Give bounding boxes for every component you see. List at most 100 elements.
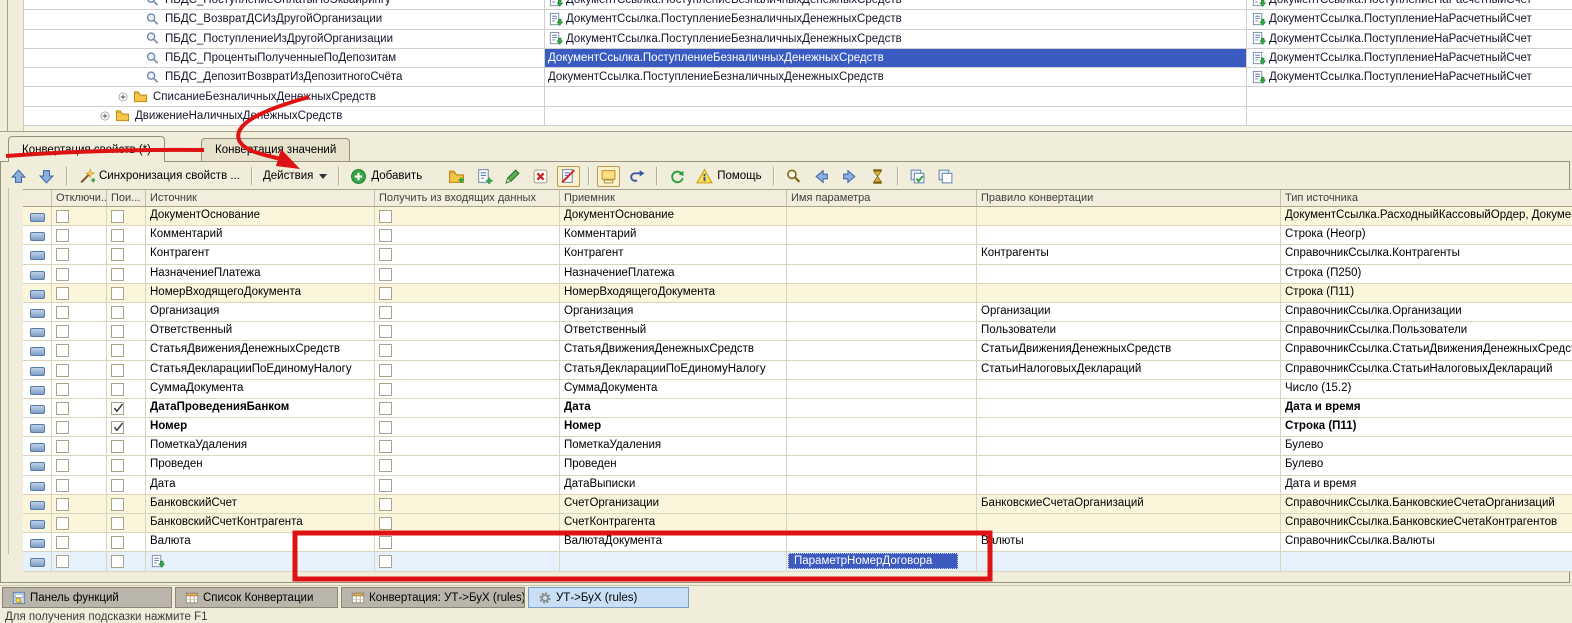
disable-checkbox[interactable] [56,268,69,281]
tree-name-cell[interactable]: ПБДС_ПоступлениеИзДругойОрганизации [23,30,545,48]
panel-settings-button[interactable] [597,166,620,187]
source-cell[interactable]: НазначениеПлатежа [146,265,375,283]
disable-cell[interactable] [52,495,107,513]
disable-cell[interactable] [52,456,107,474]
undo-button[interactable] [625,166,648,187]
get-from-input-cell[interactable] [375,245,560,263]
tree-target-doc-cell[interactable] [1247,107,1572,125]
target-cell[interactable]: Номер [560,418,787,436]
tree-row[interactable]: ПБДС_ПроцентыПолученныеПоДепозитамДокуме… [23,49,1572,68]
add-group-button[interactable] [445,166,468,187]
disable-checkbox[interactable] [56,248,69,261]
target-cell[interactable]: Организация [560,303,787,321]
param-name-cell[interactable] [787,341,977,359]
conversion-rule-cell[interactable] [977,380,1281,398]
conversion-rule-cell[interactable] [977,265,1281,283]
source-cell[interactable]: СтатьяДекларацииПоЕдиномуНалогу [146,361,375,379]
tree-name-cell[interactable]: ДвижениеНаличныхДенежныхСредств [23,107,545,125]
param-name-cell[interactable] [787,245,977,263]
wait-button[interactable] [866,166,889,187]
prev-button[interactable] [810,166,833,187]
search-checkbox[interactable] [111,248,124,261]
get-from-input-checkbox[interactable] [379,536,392,549]
target-cell[interactable]: НомерВходящегоДокумента [560,284,787,302]
get-from-input-checkbox[interactable] [379,498,392,511]
param-name-cell[interactable] [787,361,977,379]
row-grip[interactable] [23,207,52,225]
target-cell[interactable]: Комментарий [560,226,787,244]
row-grip[interactable] [23,418,52,436]
source-cell[interactable]: Валюта [146,533,375,551]
grid-row[interactable]: БанковскийСчетКонтрагентаСчетКонтрагента… [23,514,1572,533]
row-grip[interactable] [23,245,52,263]
target-cell[interactable]: НазначениеПлатежа [560,265,787,283]
target-cell[interactable]: СчетКонтрагента [560,514,787,532]
add-button[interactable]: Добавить [347,166,425,187]
grid-row[interactable]: КомментарийКомментарийСтрока (Неогр) [23,226,1572,245]
param-name-cell[interactable] [787,437,977,455]
search-checkbox[interactable] [111,325,124,338]
grid-row[interactable]: БанковскийСчетСчетОрганизацииБанковскиеС… [23,495,1572,514]
conversion-rule-cell[interactable] [977,476,1281,494]
tree-name-cell[interactable]: СписаниеБезналичныхДенежныхСредств [23,87,545,105]
search-cell[interactable] [107,322,146,340]
grid-row[interactable]: ОтветственныйОтветственныйПользователиСп… [23,322,1572,341]
disable-cell[interactable] [52,399,107,417]
copy-all-button[interactable] [934,166,957,187]
window-tab-4[interactable]: УТ->БуХ (rules) [528,587,689,608]
tree-name-cell[interactable]: ПБДС_ПоступлениеОплатыПоЭквайрингу [23,0,545,9]
grid-row[interactable]: НомерВходящегоДокументаНомерВходящегоДок… [23,284,1572,303]
search-cell[interactable] [107,399,146,417]
search-checkbox[interactable] [111,306,124,319]
get-from-input-cell[interactable] [375,303,560,321]
search-cell[interactable] [107,380,146,398]
search-checkbox[interactable] [111,459,124,472]
disable-checkbox[interactable] [56,383,69,396]
tree-row[interactable]: ПБДС_ПоступлениеОплатыПоЭквайрингу Докум… [23,0,1572,10]
disable-checkbox[interactable] [56,344,69,357]
disable-checkbox[interactable] [56,325,69,338]
tree-source-doc-cell[interactable]: ДокументСсылка.ПоступлениеБезналичныхДен… [545,0,1247,9]
get-from-input-cell[interactable] [375,399,560,417]
disable-checkbox[interactable] [56,555,69,568]
conversion-rule-cell[interactable]: СтатьиНалоговыхДеклараций [977,361,1281,379]
source-cell[interactable]: СтатьяДвиженияДенежныхСредств [146,341,375,359]
disable-cell[interactable] [52,341,107,359]
search-checkbox[interactable] [111,498,124,511]
tree-source-doc-cell[interactable] [545,107,1247,125]
grid-row[interactable]: СуммаДокументаСуммаДокументаЧисло (15.2) [23,380,1572,399]
window-tab-1[interactable]: Панель функций [2,587,172,608]
edit-button[interactable] [501,166,524,187]
get-from-input-checkbox[interactable] [379,325,392,338]
search-cell[interactable] [107,284,146,302]
param-name-cell[interactable] [787,456,977,474]
search-cell[interactable] [107,476,146,494]
target-cell[interactable]: Ответственный [560,322,787,340]
grid-row[interactable]: ДатаПроведенияБанкомДатаДата и время [23,399,1572,418]
source-cell[interactable]: Ответственный [146,322,375,340]
param-name-cell[interactable] [787,380,977,398]
source-type-cell[interactable]: Дата и время [1281,399,1572,417]
param-name-cell[interactable] [787,533,977,551]
disable-checkbox[interactable] [56,536,69,549]
search-checkbox[interactable] [111,210,124,223]
disable-cell[interactable] [52,552,107,570]
grid-row[interactable]: ОрганизацияОрганизацияОрганизацииСправоч… [23,303,1572,322]
get-from-input-checkbox[interactable] [379,229,392,242]
get-from-input-cell[interactable] [375,322,560,340]
search-checkbox[interactable] [111,479,124,492]
tree-row[interactable]: ПБДС_ДепозитВозвратИзДепозитногоСчётаДок… [23,68,1572,87]
disable-checkbox[interactable] [56,479,69,492]
actions-menu-button[interactable]: Действия [260,168,330,184]
disable-checkbox[interactable] [56,459,69,472]
disable-cell[interactable] [52,284,107,302]
source-type-cell[interactable]: СправочникСсылка.СтатьиНалоговыхДекларац… [1281,361,1572,379]
source-cell[interactable]: Номер [146,418,375,436]
source-type-cell[interactable]: СправочникСсылка.БанковскиеСчетаОрганиза… [1281,495,1572,513]
row-grip[interactable] [23,341,52,359]
source-cell[interactable]: Контрагент [146,245,375,263]
source-type-cell[interactable]: Строка (Неогр) [1281,226,1572,244]
search-checkbox[interactable] [111,364,124,377]
source-cell[interactable]: Организация [146,303,375,321]
get-from-input-checkbox[interactable] [379,402,392,415]
